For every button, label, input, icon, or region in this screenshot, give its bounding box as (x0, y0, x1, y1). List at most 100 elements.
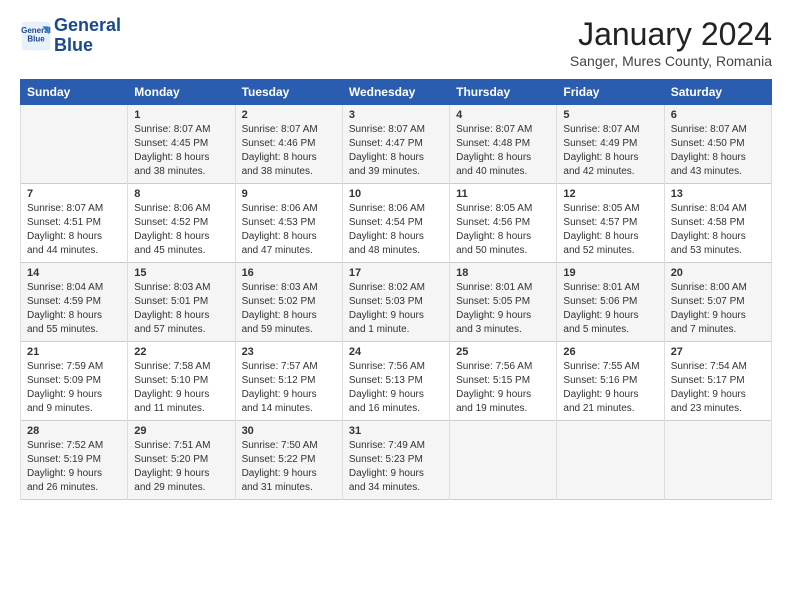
info-line: Daylight: 8 hours (27, 231, 102, 242)
day-info: Sunrise: 7:56 AMSunset: 5:15 PMDaylight:… (456, 360, 550, 416)
day-info: Sunrise: 8:07 AM Sunset: 4:51 PM Daylight:… (27, 202, 121, 258)
info-line: and 57 minutes. (134, 324, 205, 335)
info-line: and 47 minutes. (242, 245, 313, 256)
day-number: 22 (134, 346, 228, 358)
info-line: Sunrise: 8:07 AM (242, 124, 318, 135)
info-line: Daylight: 8 hours (671, 152, 746, 163)
info-line: Daylight: 9 hours (134, 468, 209, 479)
info-line: Sunset: 4:57 PM (563, 217, 637, 228)
cell-w4-d3: 23Sunrise: 7:57 AMSunset: 5:12 PMDayligh… (235, 342, 342, 421)
day-info: Sunrise: 7:50 AMSunset: 5:22 PMDaylight:… (242, 439, 336, 495)
info-line: Daylight: 9 hours (456, 389, 531, 400)
info-line: and 44 minutes. (27, 245, 98, 256)
info-line: and 38 minutes. (242, 166, 313, 177)
day-info: Sunrise: 7:54 AMSunset: 5:17 PMDaylight:… (671, 360, 765, 416)
day-info: Sunrise: 8:04 AMSunset: 4:59 PMDaylight:… (27, 281, 121, 337)
day-number: 29 (134, 425, 228, 437)
day-info: Sunrise: 8:03 AMSunset: 5:01 PMDaylight:… (134, 281, 228, 337)
cell-w5-d6 (557, 421, 664, 500)
info-line: Sunrise: 7:58 AM (134, 361, 210, 372)
cell-w4-d1: 21Sunrise: 7:59 AMSunset: 5:09 PMDayligh… (21, 342, 128, 421)
info-line: and 38 minutes. (134, 166, 205, 177)
day-number: 19 (563, 267, 657, 279)
day-number: 31 (349, 425, 443, 437)
info-line: Sunrise: 8:05 AM (563, 203, 639, 214)
calendar-body: 1Sunrise: 8:07 AMSunset: 4:45 PMDaylight… (21, 105, 772, 500)
info-line: and 26 minutes. (27, 482, 98, 493)
cell-w2-d6: 12Sunrise: 8:05 AMSunset: 4:57 PMDayligh… (557, 184, 664, 263)
info-line: Daylight: 8 hours (27, 310, 102, 321)
info-line: Sunset: 4:46 PM (242, 138, 316, 149)
info-line: and 34 minutes. (349, 482, 420, 493)
info-line: and 23 minutes. (671, 403, 742, 414)
info-line: Sunrise: 8:07 AM (27, 203, 103, 214)
info-line: and 19 minutes. (456, 403, 527, 414)
cell-w3-d7: 20 Sunrise: 8:00 AMSunset: 5:07 PMDayligh… (664, 263, 771, 342)
info-line: Sunset: 5:17 PM (671, 375, 745, 386)
cell-w4-d6: 26Sunrise: 7:55 AMSunset: 5:16 PMDayligh… (557, 342, 664, 421)
day-number: 26 (563, 346, 657, 358)
info-line: and 39 minutes. (349, 166, 420, 177)
day-info: Sunrise: 8:05 AMSunset: 4:56 PMDaylight:… (456, 202, 550, 258)
day-info: Sunrise: 7:59 AMSunset: 5:09 PMDaylight:… (27, 360, 121, 416)
info-line: and 42 minutes. (563, 166, 634, 177)
week-row-1: 1Sunrise: 8:07 AMSunset: 4:45 PMDaylight… (21, 105, 772, 184)
day-number: 28 (27, 425, 121, 437)
cell-w5-d1: 28Sunrise: 7:52 AMSunset: 5:19 PMDayligh… (21, 421, 128, 500)
cell-w3-d3: 16Sunrise: 8:03 AMSunset: 5:02 PMDayligh… (235, 263, 342, 342)
info-line: and 3 minutes. (456, 324, 522, 335)
info-line: Daylight: 8 hours (349, 152, 424, 163)
day-number: 6 (671, 109, 765, 121)
day-info: Sunrise: 8:01 AMSunset: 5:06 PMDaylight:… (563, 281, 657, 337)
info-line: Sunrise: 7:52 AM (27, 440, 103, 451)
info-line: and 5 minutes. (563, 324, 629, 335)
day-info: Sunrise: 8:04 AMSunset: 4:58 PMDaylight:… (671, 202, 765, 258)
info-line: Sunrise: 8:04 AM (671, 203, 747, 214)
day-number: 13 (671, 188, 765, 200)
cell-w5-d3: 30 Sunrise: 7:50 AMSunset: 5:22 PMDayligh… (235, 421, 342, 500)
day-info: Sunrise: 8:00 AMSunset: 5:07 PMDaylight:… (671, 281, 765, 337)
day-info: Sunrise: 7:56 AMSunset: 5:13 PMDaylight:… (349, 360, 443, 416)
info-line: and 55 minutes. (27, 324, 98, 335)
svg-text:Blue: Blue (27, 34, 45, 43)
day-number: 25 (456, 346, 550, 358)
day-info: Sunrise: 8:01 AMSunset: 5:05 PMDaylight:… (456, 281, 550, 337)
info-line: Daylight: 9 hours (349, 310, 424, 321)
info-line: Sunrise: 8:07 AM (563, 124, 639, 135)
info-line: Sunset: 4:51 PM (27, 217, 101, 228)
day-number: 30 (242, 425, 336, 437)
info-line: Sunrise: 7:59 AM (27, 361, 103, 372)
day-number: 2 (242, 109, 336, 121)
day-number: 15 (134, 267, 228, 279)
cell-w2-d5: 11Sunrise: 8:05 AMSunset: 4:56 PMDayligh… (450, 184, 557, 263)
day-number: 20 (671, 267, 765, 279)
cell-w2-d4: 10Sunrise: 8:06 AMSunset: 4:54 PMDayligh… (342, 184, 449, 263)
info-line: Daylight: 8 hours (456, 152, 531, 163)
info-line: Daylight: 9 hours (349, 468, 424, 479)
week-row-2: 7Sunrise: 8:07 AMSunset: 4:51 PMDaylight… (21, 184, 772, 263)
info-line: Sunset: 5:10 PM (134, 375, 208, 386)
cell-w5-d2: 29Sunrise: 7:51 AMSunset: 5:20 PMDayligh… (128, 421, 235, 500)
info-line: Sunrise: 8:02 AM (349, 282, 425, 293)
info-line: Sunset: 5:02 PM (242, 296, 316, 307)
cell-w3-d2: 15 Sunrise: 8:03 AMSunset: 5:01 PMDayligh… (128, 263, 235, 342)
info-line: Sunrise: 8:03 AM (242, 282, 318, 293)
day-number: 5 (563, 109, 657, 121)
info-line: and 45 minutes. (134, 245, 205, 256)
cell-w3-d4: 17Sunrise: 8:02 AMSunset: 5:03 PMDayligh… (342, 263, 449, 342)
day-number: 4 (456, 109, 550, 121)
info-line: Sunset: 5:16 PM (563, 375, 637, 386)
info-line: Sunset: 4:58 PM (671, 217, 745, 228)
info-line: Daylight: 9 hours (134, 389, 209, 400)
cell-w1-d4: 3Sunrise: 8:07 AMSunset: 4:47 PMDaylight… (342, 105, 449, 184)
info-line: Daylight: 9 hours (563, 389, 638, 400)
cell-w3-d6: 19 Sunrise: 8:01 AMSunset: 5:06 PMDayligh… (557, 263, 664, 342)
day-info: Sunrise: 8:03 AMSunset: 5:02 PMDaylight:… (242, 281, 336, 337)
info-line: Sunrise: 8:07 AM (349, 124, 425, 135)
info-line: Sunset: 5:05 PM (456, 296, 530, 307)
logo-icon: General Blue (20, 20, 52, 52)
logo: General Blue General Blue (20, 16, 121, 56)
info-line: and 53 minutes. (671, 245, 742, 256)
info-line: Sunset: 4:56 PM (456, 217, 530, 228)
week-row-3: 14Sunrise: 8:04 AMSunset: 4:59 PMDayligh… (21, 263, 772, 342)
